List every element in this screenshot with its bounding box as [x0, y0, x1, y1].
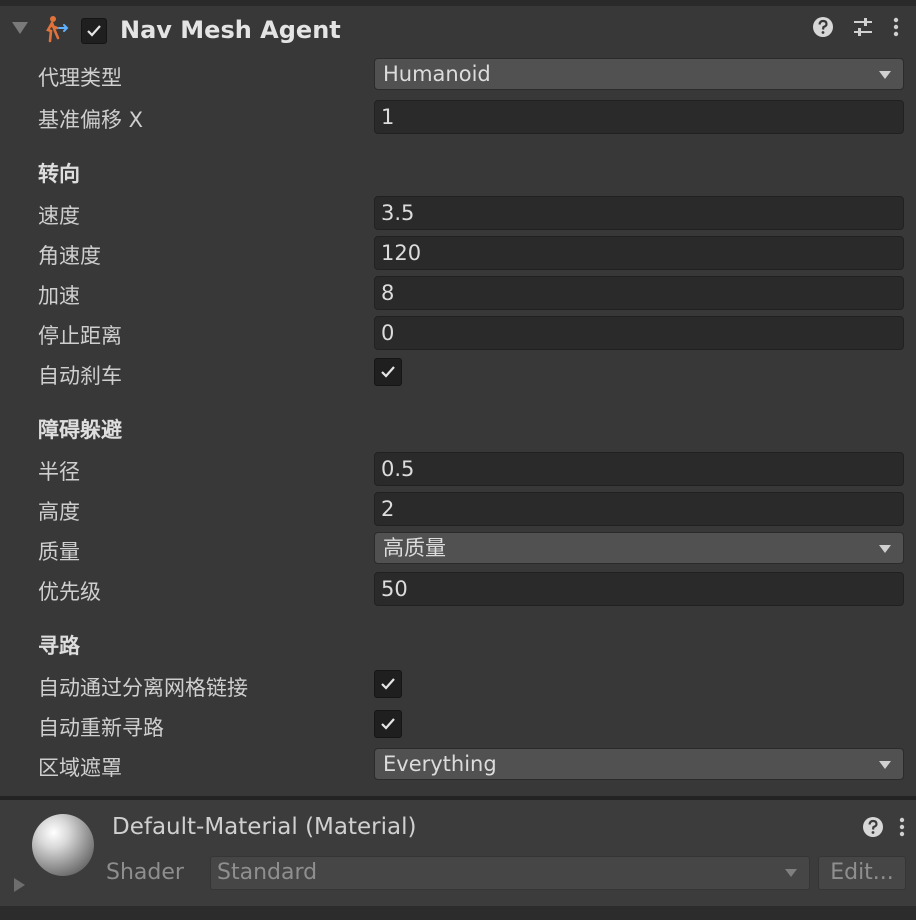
checkmark-icon — [87, 25, 101, 37]
stopping-distance-input[interactable]: 0 — [374, 316, 904, 350]
agent-type-label: 代理类型 — [38, 66, 122, 90]
component-header[interactable]: Nav Mesh Agent — [0, 6, 916, 50]
acceleration-input[interactable]: 8 — [374, 276, 904, 310]
dropdown-arrow-icon — [879, 545, 891, 553]
auto-traverse-checkbox[interactable] — [374, 670, 402, 698]
more-vertical-icon[interactable] — [898, 816, 906, 838]
auto-repath-checkbox[interactable] — [374, 710, 402, 738]
component-title: Nav Mesh Agent — [120, 16, 341, 44]
agent-type-dropdown[interactable]: Humanoid — [374, 58, 904, 90]
priority-row: 优先级 50 — [0, 572, 916, 608]
auto-repath-label: 自动重新寻路 — [38, 716, 164, 740]
radius-input[interactable]: 0.5 — [374, 452, 904, 486]
base-offset-input[interactable]: 1 — [374, 100, 904, 134]
bottom-border — [0, 906, 916, 920]
stopping-distance-row: 停止距离 0 — [0, 316, 916, 352]
dropdown-arrow-icon — [785, 869, 797, 877]
agent-type-row: 代理类型 Humanoid — [0, 58, 916, 94]
agent-type-value: Humanoid — [383, 62, 491, 86]
help-icon[interactable] — [862, 816, 884, 838]
shader-dropdown[interactable]: Standard — [210, 856, 810, 890]
foldout-arrow-icon[interactable] — [12, 22, 28, 34]
speed-input[interactable]: 3.5 — [374, 196, 904, 230]
acceleration-label: 加速 — [38, 284, 80, 308]
more-vertical-icon[interactable] — [892, 16, 900, 38]
shader-value: Standard — [217, 860, 318, 885]
height-input[interactable]: 2 — [374, 492, 904, 526]
base-offset-row: 基准偏移 X 1 — [0, 100, 916, 136]
auto-braking-checkbox[interactable] — [374, 358, 402, 386]
auto-repath-row: 自动重新寻路 — [0, 708, 916, 744]
checkmark-icon — [381, 366, 395, 378]
height-row: 高度 2 — [0, 492, 916, 528]
angular-speed-label: 角速度 — [38, 244, 101, 268]
dropdown-arrow-icon — [879, 71, 891, 79]
base-offset-label: 基准偏移 X — [38, 108, 144, 132]
area-mask-row: 区域遮罩 Everything — [0, 748, 916, 784]
nav-mesh-agent-icon — [46, 16, 69, 43]
auto-braking-label: 自动刹车 — [38, 364, 122, 388]
shader-edit-button[interactable]: Edit... — [818, 856, 906, 890]
pathfinding-heading: 寻路 — [38, 634, 80, 658]
radius-row: 半径 0.5 — [0, 452, 916, 488]
speed-label: 速度 — [38, 204, 80, 228]
area-mask-label: 区域遮罩 — [38, 756, 122, 780]
shader-label: Shader — [106, 860, 184, 885]
auto-traverse-row: 自动通过分离网格链接 — [0, 668, 916, 704]
steering-heading: 转向 — [38, 162, 80, 186]
component-enabled-checkbox[interactable] — [81, 18, 107, 44]
speed-row: 速度 3.5 — [0, 196, 916, 232]
priority-label: 优先级 — [38, 580, 101, 604]
obstacle-avoidance-heading: 障碍躲避 — [38, 418, 122, 442]
auto-traverse-label: 自动通过分离网格链接 — [38, 676, 248, 700]
height-label: 高度 — [38, 500, 80, 524]
dropdown-arrow-icon — [879, 761, 891, 769]
angular-speed-input[interactable]: 120 — [374, 236, 904, 270]
checkmark-icon — [381, 718, 395, 730]
material-section: Default-Material (Material) Shader Stand… — [0, 800, 916, 920]
priority-input[interactable]: 50 — [374, 572, 904, 606]
angular-speed-row: 角速度 120 — [0, 236, 916, 272]
quality-dropdown[interactable]: 高质量 — [374, 532, 904, 564]
area-mask-dropdown[interactable]: Everything — [374, 748, 904, 780]
material-preview-sphere — [32, 814, 94, 876]
quality-label: 质量 — [38, 540, 80, 564]
stopping-distance-label: 停止距离 — [38, 324, 122, 348]
help-icon[interactable] — [812, 16, 834, 38]
preset-sliders-icon[interactable] — [852, 16, 874, 38]
material-title: Default-Material (Material) — [112, 814, 417, 840]
auto-braking-row: 自动刹车 — [0, 356, 916, 392]
material-foldout-arrow-icon[interactable] — [14, 878, 25, 892]
quality-row: 质量 高质量 — [0, 532, 916, 568]
area-mask-value: Everything — [383, 752, 497, 776]
quality-value: 高质量 — [383, 536, 446, 560]
checkmark-icon — [381, 678, 395, 690]
acceleration-row: 加速 8 — [0, 276, 916, 312]
radius-label: 半径 — [38, 460, 80, 484]
